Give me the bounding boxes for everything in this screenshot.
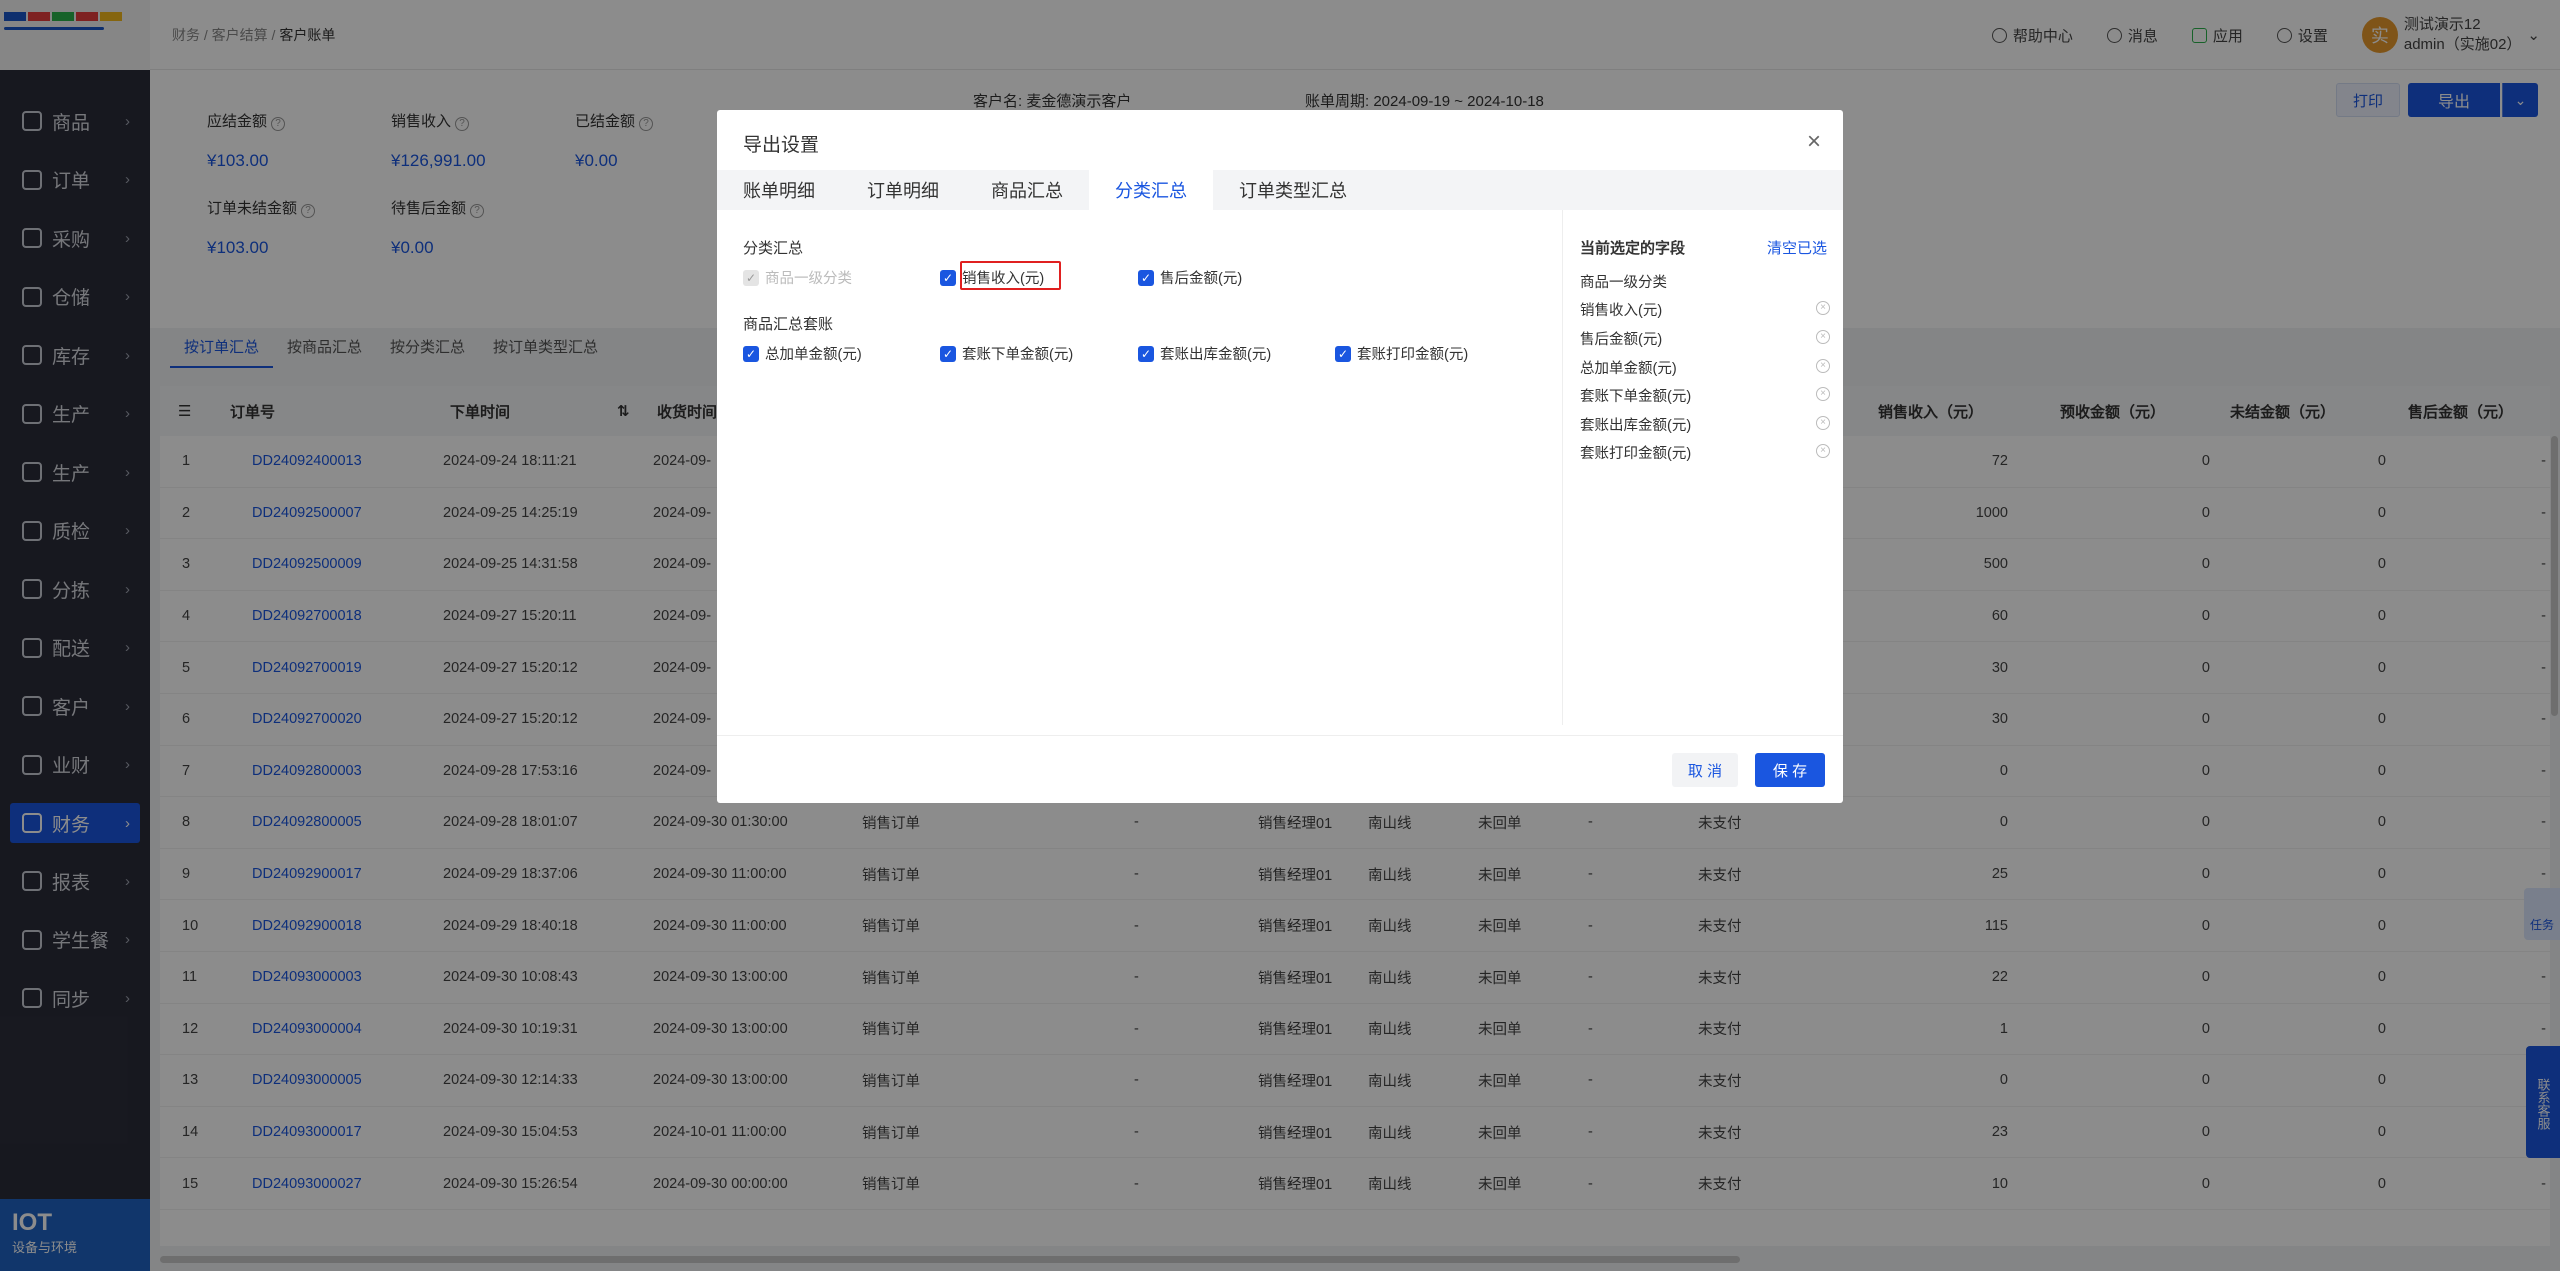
selected-field-label: 套账出库金额(元) bbox=[1580, 418, 1692, 434]
close-icon[interactable]: × bbox=[1807, 128, 1821, 156]
remove-icon[interactable]: × bbox=[1816, 301, 1830, 315]
checkbox-category-level1: ✓ 商品一级分类 bbox=[743, 267, 852, 288]
selected-fields-panel: 当前选定的字段 清空已选 商品一级分类 销售收入(元) × 售后金额(元) × 总加… bbox=[1562, 210, 1843, 725]
selected-field: 销售收入(元) × bbox=[1580, 299, 1830, 320]
checkbox-label: 总加单金额(元) bbox=[765, 347, 862, 363]
checkbox-set-order-amount[interactable]: ✓ 套账下单金额(元) bbox=[940, 343, 1073, 364]
selected-field: 商品一级分类 bbox=[1580, 271, 1830, 292]
check-icon: ✓ bbox=[940, 345, 956, 362]
remove-icon[interactable]: × bbox=[1816, 330, 1830, 344]
selected-field: 套账打印金额(元) × bbox=[1580, 442, 1830, 463]
check-icon: ✓ bbox=[1138, 345, 1154, 362]
checkbox-set-print-amount[interactable]: ✓ 套账打印金额(元) bbox=[1335, 343, 1468, 364]
checkbox-label: 套账出库金额(元) bbox=[1160, 347, 1272, 363]
selected-field: 套账出库金额(元) × bbox=[1580, 414, 1830, 435]
selected-title: 当前选定的字段 bbox=[1580, 240, 1686, 257]
tab-order-type-summary[interactable]: 订单类型汇总 bbox=[1213, 170, 1373, 210]
group-title: 商品汇总套账 bbox=[743, 316, 834, 333]
selected-field: 售后金额(元) × bbox=[1580, 328, 1830, 349]
export-settings-dialog: 导出设置 × 账单明细 订单明细 商品汇总 分类汇总 订单类型汇总 分类汇总 ✓… bbox=[717, 110, 1843, 803]
remove-icon[interactable]: × bbox=[1816, 416, 1830, 430]
remove-icon[interactable]: × bbox=[1816, 359, 1830, 373]
save-button[interactable]: 保 存 bbox=[1755, 753, 1825, 787]
selected-field: 套账下单金额(元) × bbox=[1580, 385, 1830, 406]
selected-field-label: 总加单金额(元) bbox=[1580, 361, 1677, 377]
check-icon: ✓ bbox=[743, 269, 759, 286]
selected-field: 总加单金额(元) × bbox=[1580, 357, 1830, 378]
tab-category-summary[interactable]: 分类汇总 bbox=[1089, 170, 1213, 210]
check-icon: ✓ bbox=[1138, 269, 1154, 286]
dialog-divider bbox=[717, 735, 1843, 736]
checkbox-label: 套账打印金额(元) bbox=[1357, 347, 1469, 363]
tab-order-detail[interactable]: 订单明细 bbox=[841, 170, 965, 210]
checkbox-label: 售后金额(元) bbox=[1160, 271, 1243, 287]
tab-goods-summary[interactable]: 商品汇总 bbox=[965, 170, 1089, 210]
check-icon: ✓ bbox=[743, 345, 759, 362]
checkbox-label: 套账下单金额(元) bbox=[962, 347, 1074, 363]
remove-icon[interactable]: × bbox=[1816, 387, 1830, 401]
check-icon: ✓ bbox=[940, 269, 956, 286]
dialog-title: 导出设置 bbox=[743, 135, 820, 156]
group-title: 分类汇总 bbox=[743, 240, 804, 257]
checkbox-aftersale-amount[interactable]: ✓ 售后金额(元) bbox=[1138, 267, 1242, 288]
selected-field-label: 套账打印金额(元) bbox=[1580, 446, 1692, 462]
dialog-tabs: 账单明细 订单明细 商品汇总 分类汇总 订单类型汇总 bbox=[717, 170, 1843, 210]
checkbox-label: 商品一级分类 bbox=[765, 271, 852, 287]
field-options: 分类汇总 ✓ 商品一级分类 ✓ 销售收入(元) ✓ 售后金额(元) 商品汇总套账 ✓ 总… bbox=[717, 210, 1562, 725]
checkbox-total-add-amount[interactable]: ✓ 总加单金额(元) bbox=[743, 343, 862, 364]
clear-selected-link[interactable]: 清空已选 bbox=[1767, 237, 1827, 258]
tab-bill-detail[interactable]: 账单明细 bbox=[717, 170, 841, 210]
checkbox-set-outbound-amount[interactable]: ✓ 套账出库金额(元) bbox=[1138, 343, 1271, 364]
cancel-button[interactable]: 取 消 bbox=[1672, 753, 1738, 787]
selected-field-label: 售后金额(元) bbox=[1580, 332, 1663, 348]
selected-field-label: 套账下单金额(元) bbox=[1580, 389, 1692, 405]
selected-field-label: 销售收入(元) bbox=[1580, 303, 1663, 319]
check-icon: ✓ bbox=[1335, 345, 1351, 362]
selected-field-label: 商品一级分类 bbox=[1580, 275, 1667, 291]
highlight-box bbox=[960, 261, 1061, 290]
remove-icon[interactable]: × bbox=[1816, 444, 1830, 458]
